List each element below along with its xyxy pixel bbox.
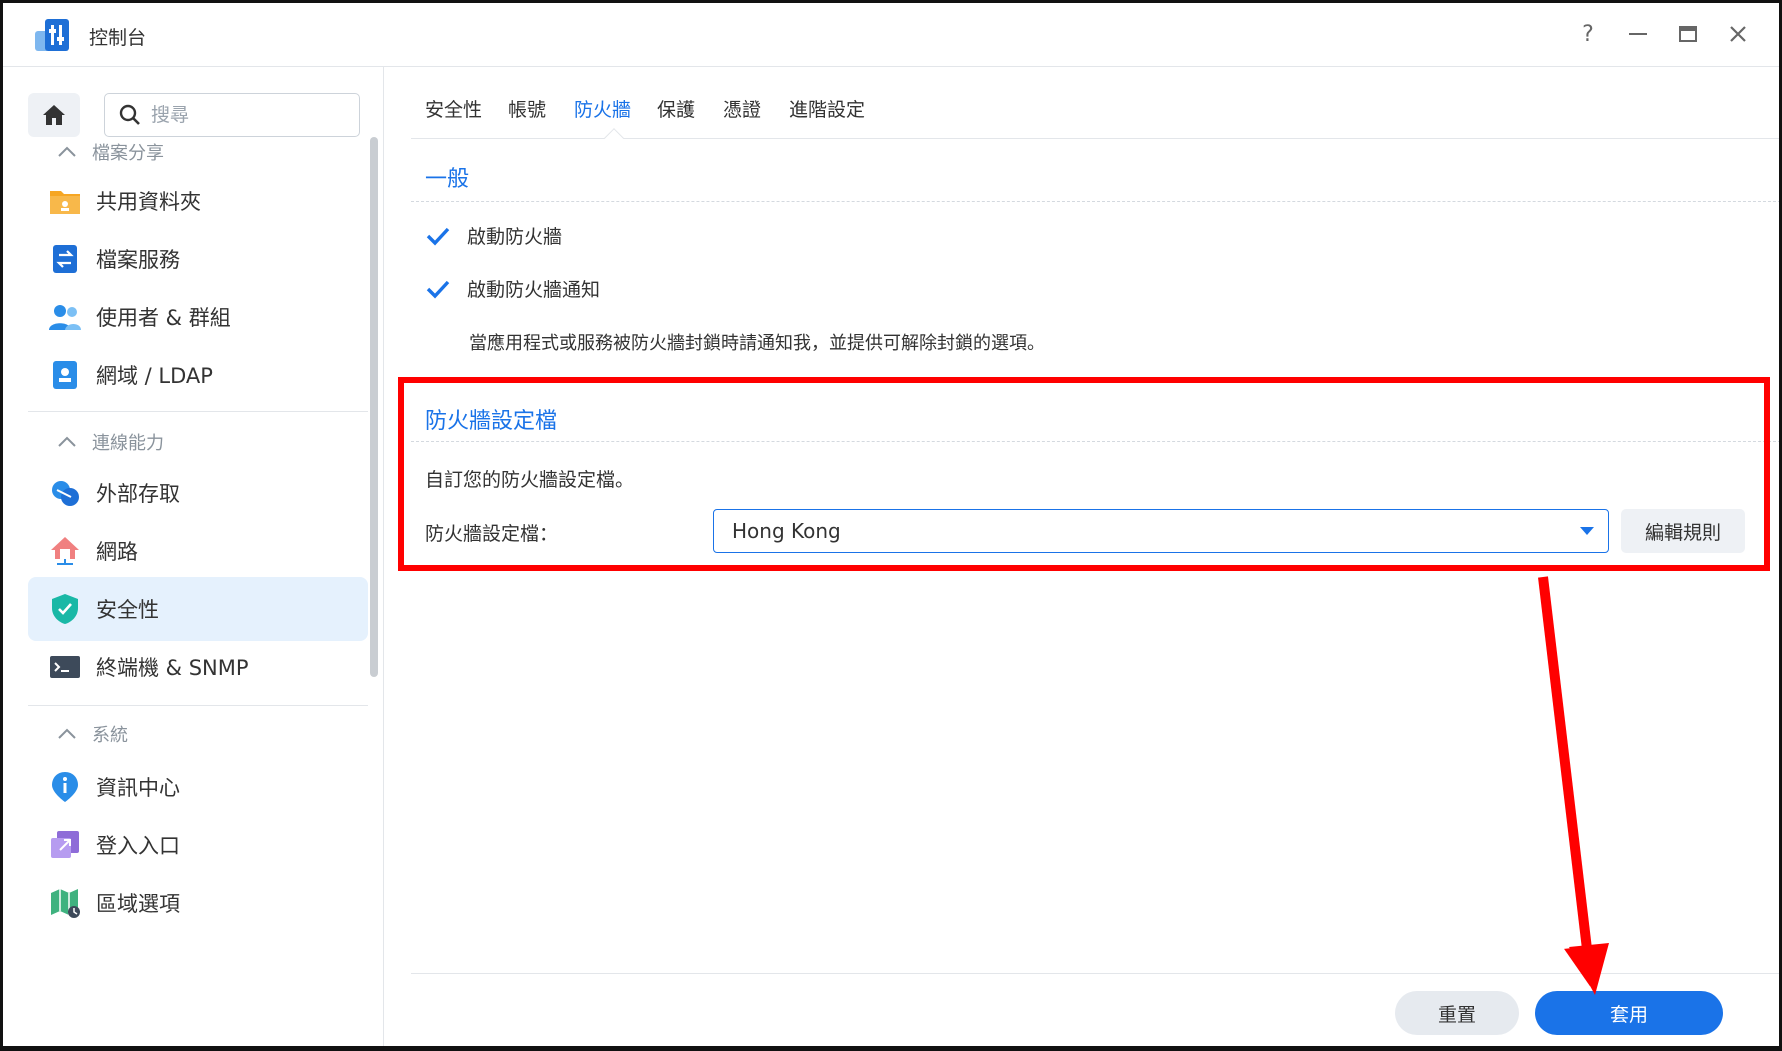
window-title: 控制台 — [89, 27, 147, 49]
domain-icon — [48, 358, 82, 392]
sidebar-item-label: 網域 / LDAP — [96, 364, 213, 388]
regional-options-icon — [48, 886, 82, 920]
firewall-profile-select[interactable]: Hong Kong — [713, 509, 1609, 553]
tab-advanced[interactable]: 進階設定 — [789, 95, 865, 122]
maximize-icon[interactable] — [1673, 19, 1703, 49]
profile-description: 自訂您的防火牆設定檔。 — [425, 469, 635, 491]
external-access-icon — [48, 476, 82, 510]
tab-bar: 安全性 帳號 防火牆 保護 憑證 進階設定 — [411, 67, 1779, 148]
tab-protection[interactable]: 保護 — [657, 95, 695, 122]
notification-description: 當應用程式或服務被防火牆封鎖時請通知我，並提供可解除封鎖的選項。 — [469, 333, 1045, 354]
control-panel-window: 控制台 ? 檔案分享 共用資料夾 檔案 — [0, 0, 1782, 1051]
home-icon — [43, 105, 65, 125]
tab-firewall[interactable]: 防火牆 — [574, 95, 631, 122]
sidebar-item-label: 區域選項 — [96, 892, 180, 916]
profile-section-title: 防火牆設定檔 — [425, 409, 558, 434]
section-header-label: 系統 — [92, 725, 128, 746]
sidebar-item-regional-options[interactable]: 區域選項 — [28, 871, 368, 935]
tab-account[interactable]: 帳號 — [508, 95, 546, 122]
sidebar-item-info-center[interactable]: 資訊中心 — [28, 755, 368, 819]
checkmark-icon — [426, 280, 450, 298]
main-panel: 安全性 帳號 防火牆 保護 憑證 進階設定 一般 啟動防火牆 啟動防火牆通知 當… — [385, 67, 1779, 1046]
sidebar: 檔案分享 共用資料夾 檔案服務 使用者 & 群組 網域 / LDAP 連線能力 … — [6, 67, 384, 1046]
selected-profile-value: Hong Kong — [732, 519, 841, 543]
close-icon[interactable] — [1723, 19, 1753, 49]
edit-rules-button[interactable]: 編輯規則 — [1621, 509, 1745, 553]
help-icon[interactable]: ? — [1573, 19, 1603, 49]
sidebar-item-file-services[interactable]: 檔案服務 — [28, 227, 368, 291]
sidebar-item-domain-ldap[interactable]: 網域 / LDAP — [28, 343, 368, 407]
sidebar-item-network[interactable]: 網路 — [28, 519, 368, 583]
chevron-up-icon — [58, 146, 76, 157]
sidebar-item-label: 檔案服務 — [96, 248, 180, 272]
sidebar-item-label: 外部存取 — [96, 482, 180, 506]
enable-firewall-label: 啟動防火牆 — [467, 226, 563, 248]
sidebar-divider — [28, 411, 368, 412]
info-icon — [48, 770, 82, 804]
active-tab-indicator — [604, 128, 624, 148]
section-divider — [411, 441, 1779, 442]
sidebar-item-label: 登入入口 — [96, 834, 180, 858]
sidebar-item-label: 終端機 & SNMP — [96, 656, 249, 680]
tab-security[interactable]: 安全性 — [425, 95, 482, 122]
sidebar-item-label: 使用者 & 群組 — [96, 306, 231, 330]
sidebar-scrollbar[interactable] — [370, 137, 378, 677]
enable-notification-row: 啟動防火牆通知 — [425, 275, 600, 302]
folder-icon — [48, 184, 82, 218]
enable-firewall-row: 啟動防火牆 — [425, 222, 562, 249]
sidebar-item-security[interactable]: 安全性 — [28, 577, 368, 641]
enable-firewall-checkbox[interactable] — [425, 223, 451, 249]
sidebar-item-label: 網路 — [96, 540, 138, 564]
search-box[interactable] — [104, 93, 360, 137]
search-icon — [119, 104, 140, 125]
footer-divider — [411, 973, 1779, 974]
section-header-label: 檔案分享 — [92, 143, 164, 164]
profile-field-label: 防火牆設定檔： — [425, 523, 559, 545]
general-section-title: 一般 — [425, 167, 470, 192]
chevron-up-icon — [58, 728, 76, 739]
sidebar-item-login-portal[interactable]: 登入入口 — [28, 813, 368, 877]
minimize-icon[interactable] — [1623, 19, 1653, 49]
reset-button[interactable]: 重置 — [1395, 991, 1519, 1035]
home-button[interactable] — [28, 93, 80, 137]
sidebar-item-label: 資訊中心 — [96, 776, 180, 800]
section-divider — [411, 201, 1779, 202]
security-shield-icon — [48, 592, 82, 626]
chevron-up-icon — [58, 436, 76, 447]
sidebar-item-label: 安全性 — [96, 598, 159, 622]
title-bar: 控制台 ? — [3, 3, 1779, 67]
terminal-icon — [48, 650, 82, 684]
sidebar-item-shared-folder[interactable]: 共用資料夾 — [28, 169, 368, 233]
login-portal-icon — [48, 828, 82, 862]
section-header-system[interactable]: 系統 — [56, 719, 128, 749]
enable-notification-label: 啟動防火牆通知 — [467, 279, 601, 301]
checkmark-icon — [426, 227, 450, 245]
section-header-connectivity[interactable]: 連線能力 — [56, 427, 164, 457]
sidebar-item-terminal-snmp[interactable]: 終端機 & SNMP — [28, 635, 368, 699]
sidebar-divider — [28, 705, 368, 706]
users-icon — [48, 300, 82, 334]
section-header-file-sharing[interactable]: 檔案分享 — [56, 137, 164, 167]
sidebar-item-external-access[interactable]: 外部存取 — [28, 461, 368, 525]
sidebar-item-users-groups[interactable]: 使用者 & 群組 — [28, 285, 368, 349]
dropdown-caret-icon — [1580, 527, 1594, 535]
search-input[interactable] — [151, 104, 331, 126]
file-services-icon — [48, 242, 82, 276]
enable-notification-checkbox[interactable] — [425, 276, 451, 302]
apply-button[interactable]: 套用 — [1535, 991, 1723, 1035]
sidebar-item-label: 共用資料夾 — [96, 190, 201, 214]
network-icon — [48, 534, 82, 568]
control-panel-app-icon — [35, 19, 69, 51]
tab-certificate[interactable]: 憑證 — [723, 95, 761, 122]
section-header-label: 連線能力 — [92, 433, 164, 454]
